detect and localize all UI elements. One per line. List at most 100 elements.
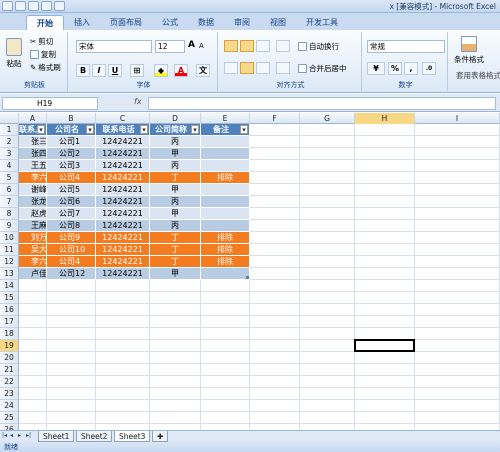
- formula-input[interactable]: [148, 97, 496, 110]
- column-header-C[interactable]: C: [96, 113, 150, 124]
- table-cell[interactable]: 排除: [201, 244, 250, 256]
- insert-function-button[interactable]: fx: [134, 97, 142, 106]
- paste-button[interactable]: 粘贴: [6, 38, 22, 69]
- filter-dropdown-icon[interactable]: ▾: [37, 125, 45, 134]
- percent-button[interactable]: %: [388, 62, 402, 75]
- table-cell[interactable]: 12424221: [96, 232, 150, 244]
- row-header-21[interactable]: 21: [0, 364, 19, 376]
- table-cell[interactable]: 甲: [150, 184, 201, 196]
- format-painter-button[interactable]: ✎ 格式刷: [30, 62, 61, 73]
- table-cell[interactable]: 12424221: [96, 256, 150, 268]
- table-cell[interactable]: 甲: [150, 268, 201, 280]
- column-header-I[interactable]: I: [415, 113, 500, 124]
- table-cell[interactable]: 丙: [150, 160, 201, 172]
- font-name-select[interactable]: 宋体: [76, 40, 152, 53]
- table-cell[interactable]: 公司4: [47, 256, 96, 268]
- table-cell[interactable]: 排除: [201, 256, 250, 268]
- table-header-cell[interactable]: 公司名 ▾: [47, 124, 96, 136]
- column-header-A[interactable]: A: [19, 113, 47, 124]
- table-cell[interactable]: 公司5: [47, 184, 96, 196]
- table-cell[interactable]: 谢峰: [19, 184, 47, 196]
- sheet-tab-1[interactable]: Sheet1: [38, 431, 75, 442]
- table-cell[interactable]: 吴大: [19, 244, 47, 256]
- table-cell[interactable]: 12424221: [96, 196, 150, 208]
- table-cell[interactable]: [201, 196, 250, 208]
- table-header-cell[interactable]: 联系人 ▾: [19, 124, 47, 136]
- first-sheet-nav-button[interactable]: |◂: [2, 432, 7, 439]
- conditional-format-button[interactable]: 条件格式: [454, 36, 484, 65]
- name-box[interactable]: H19: [2, 97, 98, 110]
- tab-0[interactable]: 开始: [26, 15, 64, 30]
- row-header-15[interactable]: 15: [0, 292, 19, 304]
- office-button-icon[interactable]: [2, 1, 13, 11]
- fill-color-button[interactable]: ◆: [154, 64, 168, 77]
- filter-dropdown-icon[interactable]: ▾: [140, 125, 148, 134]
- selected-cell[interactable]: [354, 339, 415, 352]
- table-cell[interactable]: 丙: [150, 196, 201, 208]
- table-cell[interactable]: 丙: [150, 220, 201, 232]
- table-cell[interactable]: 12424221: [96, 220, 150, 232]
- table-cell[interactable]: 李六: [19, 172, 47, 184]
- increase-decimal-button[interactable]: .0: [422, 62, 436, 75]
- tab-7[interactable]: 开发工具: [296, 15, 348, 30]
- merge-center-button[interactable]: 合并后居中: [298, 63, 347, 74]
- table-header-cell[interactable]: 联系电话 ▾: [96, 124, 150, 136]
- underline-button[interactable]: U: [108, 64, 122, 77]
- table-cell[interactable]: 丁: [150, 256, 201, 268]
- tab-4[interactable]: 数据: [188, 15, 224, 30]
- table-cell[interactable]: 排除: [201, 172, 250, 184]
- table-cell[interactable]: [201, 184, 250, 196]
- align-right-button[interactable]: [256, 62, 270, 74]
- table-cell[interactable]: [201, 136, 250, 148]
- column-header-F[interactable]: F: [250, 113, 300, 124]
- table-cell[interactable]: 12424221: [96, 136, 150, 148]
- table-cell[interactable]: 赵虎: [19, 208, 47, 220]
- tab-5[interactable]: 审阅: [224, 15, 260, 30]
- align-top-button[interactable]: [224, 40, 238, 52]
- table-cell[interactable]: 排除: [201, 232, 250, 244]
- align-center-button[interactable]: [240, 62, 254, 74]
- tab-3[interactable]: 公式: [152, 15, 188, 30]
- font-color-button[interactable]: A: [174, 64, 188, 77]
- table-header-cell[interactable]: 备注 ▾: [201, 124, 250, 136]
- number-format-select[interactable]: 常规: [367, 40, 445, 53]
- table-cell[interactable]: 王麻子: [19, 220, 47, 232]
- italic-button[interactable]: I: [92, 64, 106, 77]
- column-header-H[interactable]: H: [355, 113, 415, 124]
- table-cell[interactable]: 甲: [150, 148, 201, 160]
- tab-6[interactable]: 视图: [260, 15, 296, 30]
- row-header-8[interactable]: 8: [0, 208, 19, 220]
- table-header-cell[interactable]: 公司简称 ▾: [150, 124, 201, 136]
- row-header-25[interactable]: 25: [0, 412, 19, 424]
- table-cell[interactable]: 公司7: [47, 208, 96, 220]
- table-cell[interactable]: 12424221: [96, 160, 150, 172]
- row-header-20[interactable]: 20: [0, 352, 19, 364]
- table-cell[interactable]: 丁: [150, 172, 201, 184]
- table-cell[interactable]: 丁: [150, 232, 201, 244]
- table-cell[interactable]: [201, 148, 250, 160]
- table-cell[interactable]: 公司10: [47, 244, 96, 256]
- row-header-11[interactable]: 11: [0, 244, 19, 256]
- worksheet-grid[interactable]: ABCDEFGHI 1 2 3 4 5 6 7 8 9 10 11 12 13 14 15 16 17 18 19 2…: [0, 113, 500, 430]
- row-header-6[interactable]: 6: [0, 184, 19, 196]
- shrink-font-button[interactable]: A: [199, 42, 204, 50]
- table-cell[interactable]: 12424221: [96, 184, 150, 196]
- table-cell[interactable]: 公司2: [47, 148, 96, 160]
- border-button[interactable]: ⊞: [130, 64, 144, 77]
- align-middle-button[interactable]: [240, 40, 254, 52]
- table-cell[interactable]: 公司8: [47, 220, 96, 232]
- table-cell[interactable]: 王五: [19, 160, 47, 172]
- table-cell[interactable]: 丁: [150, 244, 201, 256]
- table-cell[interactable]: 公司6: [47, 196, 96, 208]
- font-size-select[interactable]: 12: [155, 40, 185, 53]
- redo-icon[interactable]: [41, 1, 52, 11]
- table-cell[interactable]: 12424221: [96, 208, 150, 220]
- row-header-12[interactable]: 12: [0, 256, 19, 268]
- row-header-10[interactable]: 10: [0, 232, 19, 244]
- table-cell[interactable]: 张龙: [19, 196, 47, 208]
- row-header-2[interactable]: 2: [0, 136, 19, 148]
- row-header-5[interactable]: 5: [0, 172, 19, 184]
- table-cell[interactable]: 张三: [19, 136, 47, 148]
- table-cell[interactable]: 卢佳佳: [19, 268, 47, 280]
- table-cell[interactable]: 公司1: [47, 136, 96, 148]
